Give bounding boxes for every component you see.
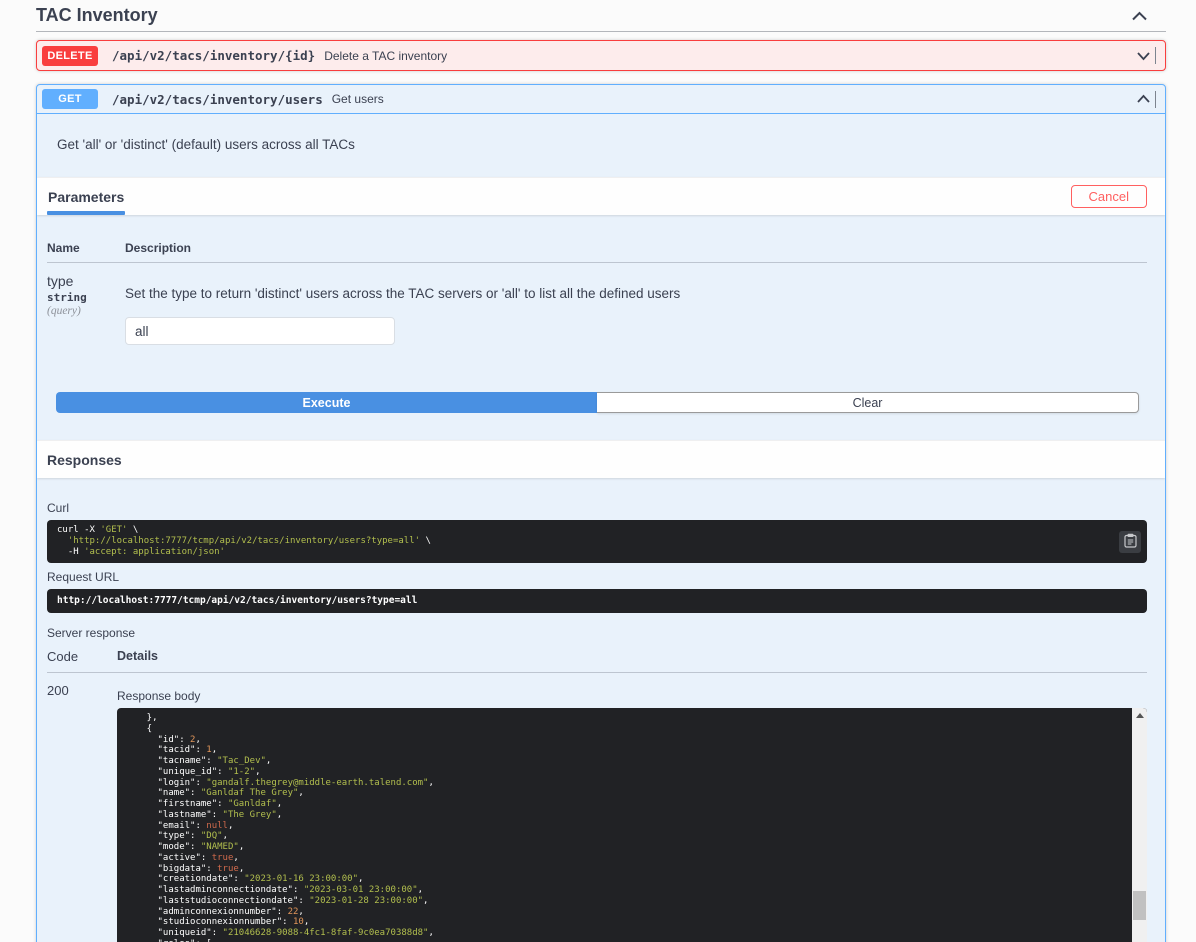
- parameters-table-header: Name Description: [47, 241, 1147, 263]
- curl-command-block: curl -X 'GET' \ 'http://localhost:7777/t…: [47, 520, 1147, 563]
- name-column-header: Name: [47, 241, 125, 255]
- parameter-type: string: [47, 291, 125, 304]
- summary-divider: [1155, 91, 1156, 108]
- delete-endpoint-summary: Delete a TAC inventory: [324, 49, 447, 63]
- parameter-name-cell: type string (query): [47, 273, 125, 345]
- parameter-row: type string (query) Set the type to retu…: [47, 273, 1147, 345]
- opblock-get: GET /api/v2/tacs/inventory/users Get use…: [36, 84, 1166, 942]
- delete-endpoint-path: /api/v2/tacs/inventory/{id}: [112, 48, 315, 63]
- code-column-header: Code: [47, 649, 117, 664]
- opblock-delete: DELETE /api/v2/tacs/inventory/{id} Delet…: [36, 40, 1166, 71]
- endpoint-description: Get 'all' or 'distinct' (default) users …: [37, 114, 1165, 177]
- execute-button-group: Execute Clear: [56, 392, 1139, 413]
- parameter-name: type: [47, 273, 125, 289]
- details-column-header: Details: [117, 649, 158, 664]
- clear-button[interactable]: Clear: [597, 392, 1139, 413]
- parameter-description: Set the type to return 'distinct' users …: [125, 286, 1147, 301]
- request-url-block: http://localhost:7777/tcmp/api/v2/tacs/i…: [47, 589, 1147, 613]
- swagger-page: TAC Inventory DELETE /api/v2/tacs/invent…: [0, 0, 1196, 942]
- section-collapse-button[interactable]: [1129, 8, 1150, 24]
- delete-expand-button[interactable]: [1136, 50, 1151, 62]
- chevron-up-icon: [1136, 93, 1151, 108]
- request-url-label: Request URL: [47, 570, 1147, 584]
- execute-button[interactable]: Execute: [56, 392, 597, 413]
- get-endpoint-row[interactable]: GET /api/v2/tacs/inventory/users Get use…: [37, 85, 1165, 114]
- response-body-block: }, { "id": 2, "tacid": 1, "tacname": "Ta…: [117, 708, 1147, 942]
- server-response-label: Server response: [47, 626, 1147, 640]
- get-method-badge: GET: [42, 89, 98, 109]
- type-parameter-input[interactable]: [125, 317, 395, 345]
- curl-command: curl -X 'GET' \ 'http://localhost:7777/t…: [57, 525, 1113, 558]
- parameters-header: Parameters Cancel: [37, 177, 1165, 215]
- copy-to-clipboard-button[interactable]: [1119, 531, 1141, 553]
- get-collapse-button[interactable]: [1136, 93, 1151, 105]
- summary-divider: [1155, 47, 1156, 64]
- parameters-table: Name Description type string (query) Set…: [37, 215, 1165, 440]
- response-details-cell: Response body }, { "id": 2, "tacid": 1, …: [117, 683, 1147, 942]
- responses-area: Curl curl -X 'GET' \ 'http://localhost:7…: [37, 478, 1165, 942]
- responses-header: Responses: [37, 440, 1165, 478]
- request-url: http://localhost:7777/tcmp/api/v2/tacs/i…: [57, 596, 1137, 606]
- cancel-button[interactable]: Cancel: [1071, 185, 1147, 208]
- tab-parameters[interactable]: Parameters: [47, 178, 125, 216]
- get-endpoint-path: /api/v2/tacs/inventory/users: [112, 92, 323, 107]
- parameter-description-cell: Set the type to return 'distinct' users …: [125, 273, 1147, 345]
- scrollbar-thumb[interactable]: [1133, 891, 1146, 920]
- responses-title: Responses: [47, 452, 122, 468]
- status-code: 200: [47, 683, 117, 942]
- curl-label: Curl: [47, 501, 1147, 515]
- delete-endpoint-row[interactable]: DELETE /api/v2/tacs/inventory/{id} Delet…: [37, 41, 1165, 70]
- response-row: 200 Response body }, { "id": 2, "tacid":…: [47, 683, 1147, 942]
- scroll-up-arrow[interactable]: [1132, 708, 1147, 723]
- response-body-scrollbar[interactable]: [1132, 708, 1147, 942]
- parameter-location: (query): [47, 305, 125, 317]
- response-table-header: Code Details: [47, 649, 1147, 673]
- triangle-up-icon: [1136, 713, 1144, 718]
- response-body-json: }, { "id": 2, "tacid": 1, "tacname": "Ta…: [125, 713, 1127, 942]
- page-title[interactable]: TAC Inventory: [36, 5, 158, 26]
- section-header: TAC Inventory: [36, 0, 1166, 32]
- clipboard-icon: [1124, 533, 1137, 551]
- description-column-header: Description: [125, 241, 191, 255]
- chevron-down-icon: [1136, 50, 1151, 65]
- response-body-label: Response body: [117, 683, 1147, 703]
- get-endpoint-summary: Get users: [332, 92, 384, 106]
- chevron-up-icon: [1131, 10, 1148, 25]
- get-endpoint-body: Get 'all' or 'distinct' (default) users …: [37, 114, 1165, 942]
- delete-method-badge: DELETE: [42, 46, 98, 66]
- tab-parameters-label: Parameters: [48, 189, 124, 205]
